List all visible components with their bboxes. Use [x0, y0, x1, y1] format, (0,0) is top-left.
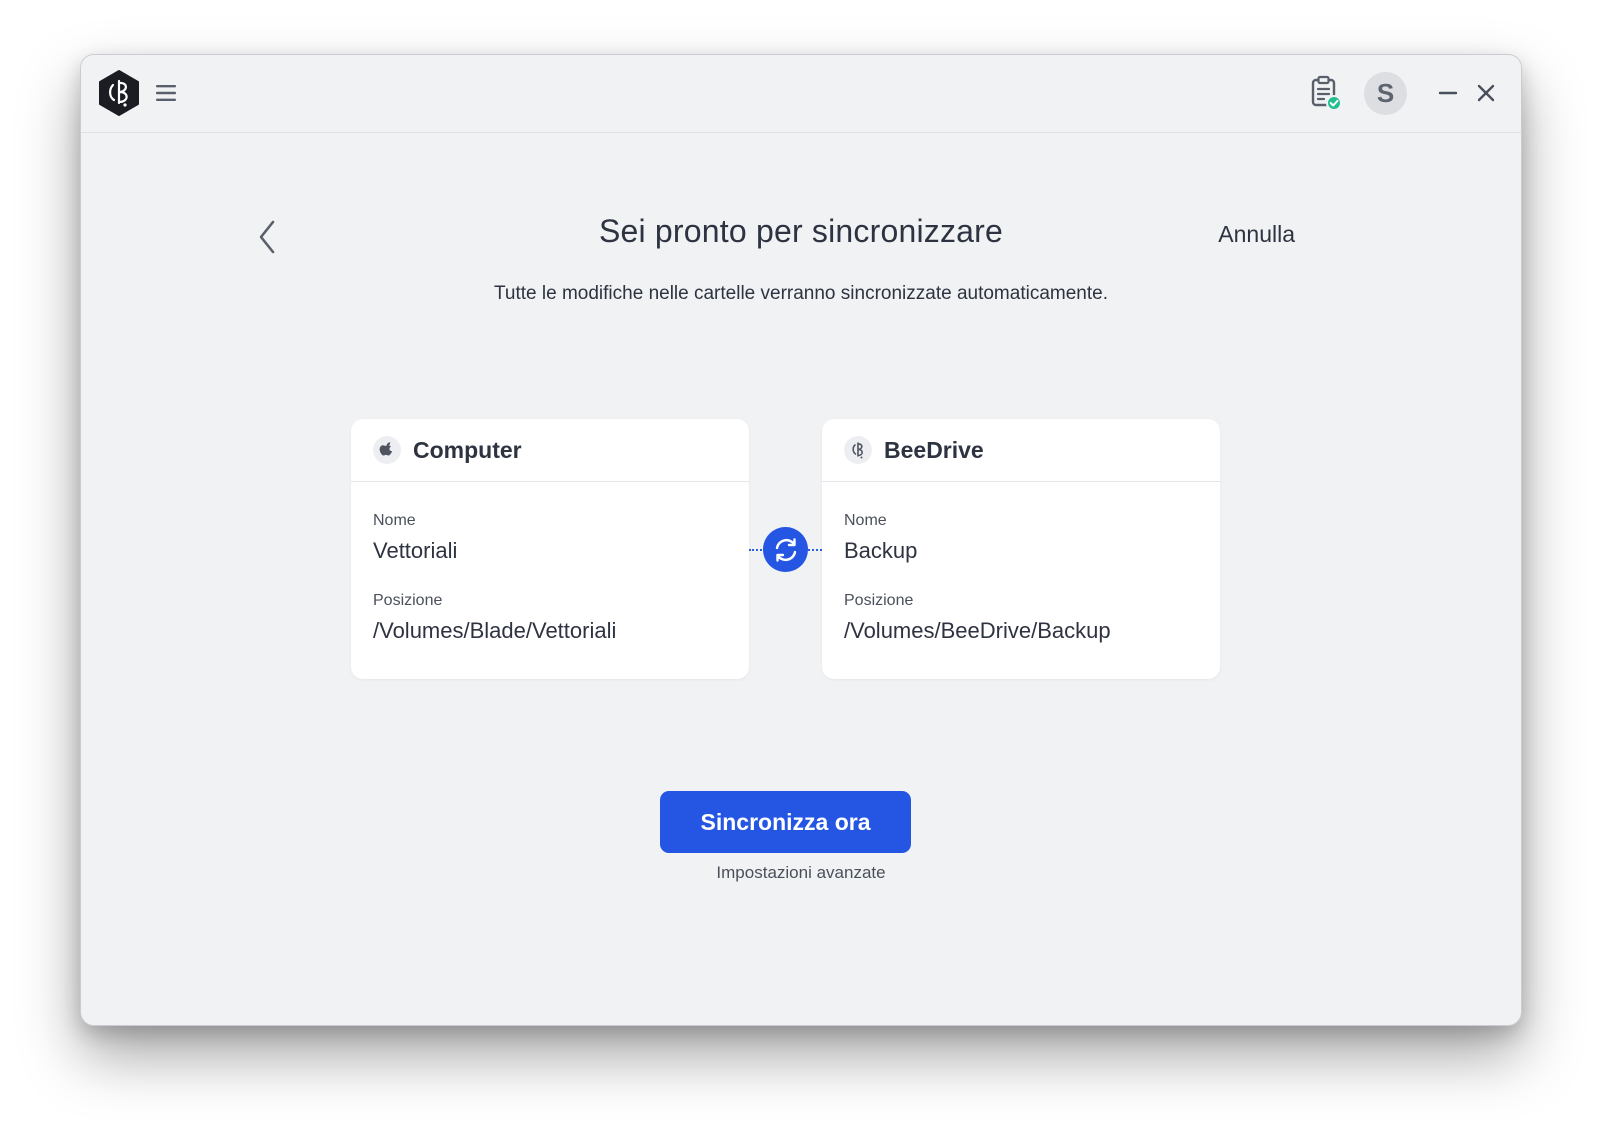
page-subtitle: Tutte le modifiche nelle cartelle verran…: [494, 283, 1108, 304]
beedrive-icon: [844, 436, 872, 464]
destination-folder-card: BeeDrive Nome Backup Posizione /Volumes/…: [822, 419, 1220, 679]
sync-now-button[interactable]: Sincronizza ora: [660, 791, 911, 853]
advanced-settings-link: Impostazioni avanzate: [81, 863, 1521, 883]
advanced-settings-label[interactable]: Impostazioni avanzate: [716, 863, 885, 882]
page-title: Sei pronto per sincronizzare: [598, 213, 1004, 249]
destination-card-header: BeeDrive: [822, 419, 1220, 482]
avatar-initial: S: [1376, 77, 1395, 108]
source-card-body: Nome Vettoriali Posizione /Volumes/Blade…: [351, 482, 749, 644]
source-folder-card: Computer Nome Vettoriali Posizione /Volu…: [351, 419, 749, 679]
destination-location-value: /Volumes/BeeDrive/Backup: [844, 618, 1111, 643]
minimize-icon[interactable]: [1435, 80, 1461, 106]
close-icon[interactable]: [1473, 80, 1499, 106]
source-location-label: Posizione: [373, 592, 443, 609]
destination-location-label: Posizione: [844, 592, 914, 609]
destination-card-title: BeeDrive: [884, 436, 984, 463]
app-window: S Sei pronto per sincronizzare Annulla T…: [80, 54, 1522, 1026]
beedrive-logo-icon[interactable]: [97, 69, 141, 117]
source-name-label: Nome: [373, 512, 416, 529]
window-controls: S: [1310, 71, 1499, 115]
task-list-icon[interactable]: [1310, 75, 1342, 111]
source-card-header: Computer: [351, 419, 749, 482]
source-card-title: Computer: [413, 436, 522, 463]
cancel-button[interactable]: Annulla: [1218, 221, 1295, 248]
user-avatar[interactable]: S: [1364, 71, 1407, 115]
apple-icon: [373, 436, 401, 464]
hamburger-menu-icon[interactable]: [154, 81, 178, 105]
destination-name-label: Nome: [844, 512, 887, 529]
title-bar: S: [81, 55, 1521, 133]
destination-card-body: Nome Backup Posizione /Volumes/BeeDrive/…: [822, 482, 1220, 644]
sync-icon: [763, 527, 808, 572]
source-name-value: Vettoriali: [373, 538, 458, 563]
source-location-value: /Volumes/Blade/Vettoriali: [373, 618, 617, 643]
destination-name-value: Backup: [844, 538, 918, 563]
